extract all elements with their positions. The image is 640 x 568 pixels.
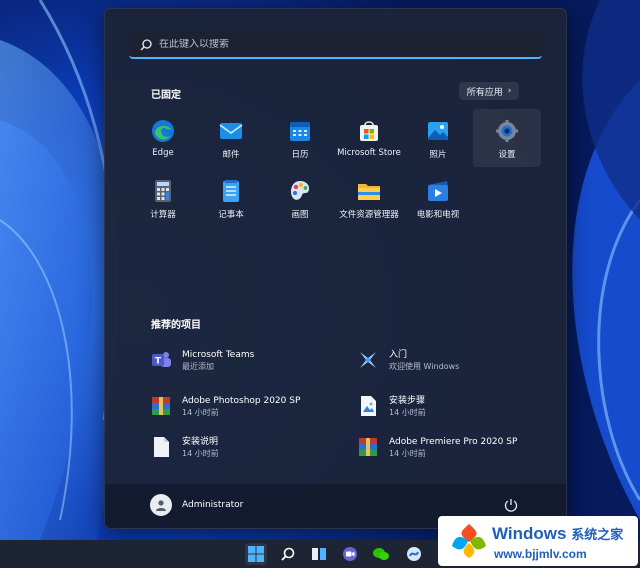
taskbar-search-button[interactable] [277, 543, 299, 565]
start-button[interactable] [245, 543, 267, 565]
recommended-item[interactable]: Adobe Premiere Pro 2020 SP 14 小时前 [357, 433, 517, 461]
pinned-app-paint[interactable]: 画图 [266, 169, 334, 227]
recommended-item-name: Adobe Premiere Pro 2020 SP [389, 436, 518, 447]
app-label: 记事本 [218, 210, 244, 220]
app-icon [407, 547, 421, 561]
photos-icon [428, 122, 448, 140]
app-label: Edge [152, 148, 174, 158]
chevron-right-icon: › [507, 86, 512, 96]
wechat-icon [373, 548, 389, 560]
archive-icon [152, 397, 170, 415]
gear-icon [496, 120, 518, 142]
pinned-app-photos[interactable]: 照片 [404, 109, 472, 167]
watermark-url: www.bjjmlv.com [494, 547, 587, 561]
recommended-item-name: Microsoft Teams [182, 349, 255, 360]
paint-icon [291, 181, 310, 200]
app-label: Microsoft Store [337, 148, 401, 158]
power-icon[interactable] [503, 497, 519, 513]
recommended-item-time: 14 小时前 [182, 407, 219, 417]
tips-icon [360, 352, 376, 368]
search-icon [281, 547, 295, 561]
folder-icon [358, 184, 380, 200]
wechat-button[interactable] [370, 543, 392, 565]
recommended-item-time: 14 小时前 [389, 407, 426, 417]
recommended-item-name: 安装步骤 [389, 395, 426, 406]
start-menu: 已固定 所有应用 › Edge 邮件 日历 [104, 8, 567, 529]
recommended-item[interactable]: T Microsoft Teams 最近添加 [150, 346, 254, 374]
pinned-app-settings[interactable]: 设置 [473, 109, 541, 167]
user-icon [156, 500, 166, 511]
recommended-item[interactable]: 入门 欢迎使用 Windows [357, 346, 459, 374]
task-view-icon [312, 548, 326, 560]
pinned-app-calendar[interactable]: 日历 [266, 109, 334, 167]
user-account-button[interactable]: Administrator [150, 494, 243, 516]
recommended-item[interactable]: Adobe Photoshop 2020 SP 14 小时前 [150, 392, 300, 420]
search-icon [140, 38, 152, 50]
watermark: Windows 系统之家 www.bjjmlv.com [438, 516, 638, 566]
archive-icon [359, 438, 377, 456]
mail-icon [219, 123, 243, 139]
app-label: 照片 [429, 150, 447, 160]
app-label: 邮件 [222, 150, 240, 160]
watermark-title-text: Windows [492, 524, 567, 543]
notepad-icon [223, 180, 239, 202]
recommended-item[interactable]: 安装步骤 14 小时前 [357, 392, 426, 420]
windows-logo-icon [452, 524, 486, 558]
task-view-button[interactable] [308, 543, 330, 565]
avatar [150, 494, 172, 516]
app-label: 日历 [291, 150, 309, 160]
user-name: Administrator [182, 500, 244, 510]
all-apps-label: 所有应用 [466, 87, 503, 98]
teams-chat-button[interactable] [339, 543, 361, 565]
all-apps-button[interactable]: 所有应用 › [459, 82, 519, 100]
pinned-app-notepad[interactable]: 记事本 [197, 169, 265, 227]
recommended-item-name: 入门 [389, 349, 408, 360]
calculator-icon [155, 180, 171, 202]
app-label: 画图 [291, 210, 309, 220]
document-icon [154, 437, 169, 457]
calendar-icon [290, 122, 310, 141]
recommended-section-title: 推荐的项目 [151, 320, 201, 331]
watermark-subtitle: 系统之家 [571, 527, 624, 542]
pinned-app-movies-tv[interactable]: 电影和电视 [404, 169, 472, 227]
search-input[interactable] [159, 39, 519, 50]
recommended-item-time: 14 小时前 [182, 448, 219, 458]
app-label: 设置 [498, 150, 516, 160]
pinned-app-calculator[interactable]: 计算器 [129, 169, 197, 227]
app-label: 计算器 [150, 210, 176, 220]
recommended-item-time: 欢迎使用 Windows [389, 361, 460, 371]
teams-icon: T [152, 352, 171, 367]
pinned-app-store[interactable]: Microsoft Store [335, 109, 403, 167]
recommended-item-name: 安装说明 [182, 436, 219, 447]
search-box[interactable] [129, 32, 542, 59]
watermark-title: Windows 系统之家 [492, 524, 623, 544]
movies-icon [428, 181, 448, 201]
store-icon [360, 121, 378, 141]
app-label: 文件资源管理器 [339, 210, 399, 220]
recommended-item-time: 14 小时前 [389, 448, 426, 458]
windows-logo-icon [248, 546, 264, 562]
recommended-item-name: Adobe Photoshop 2020 SP [182, 395, 301, 406]
image-file-icon [361, 396, 376, 416]
pinned-app-edge[interactable]: Edge [129, 109, 197, 167]
pinned-app-mail[interactable]: 邮件 [197, 109, 265, 167]
app-button[interactable] [403, 543, 425, 565]
video-chat-icon [343, 547, 357, 561]
recommended-item-time: 最近添加 [182, 361, 214, 371]
svg-text:T: T [155, 357, 162, 367]
pinned-section-title: 已固定 [151, 90, 181, 101]
pinned-app-file-explorer[interactable]: 文件资源管理器 [335, 169, 403, 227]
recommended-item[interactable]: 安装说明 14 小时前 [150, 433, 219, 461]
app-label: 电影和电视 [416, 210, 460, 220]
edge-icon [152, 120, 174, 142]
